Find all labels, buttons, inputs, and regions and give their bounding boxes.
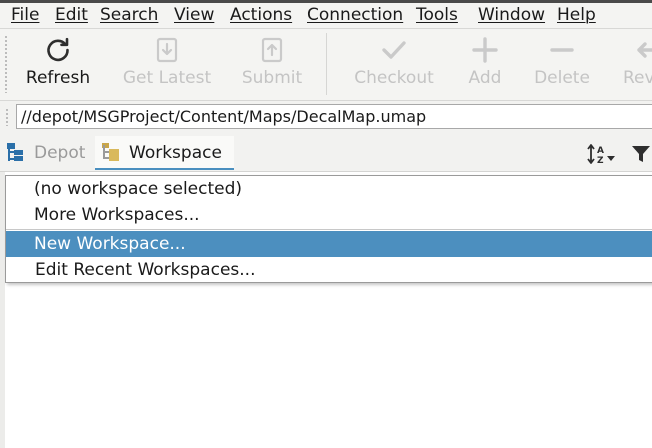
menu-search[interactable]: Search bbox=[100, 5, 158, 25]
submit-icon bbox=[261, 37, 283, 63]
checkmark-icon bbox=[382, 41, 406, 59]
dropdown-item-label: Edit Recent Workspaces... bbox=[35, 260, 256, 280]
dropdown-item-no-workspace[interactable]: (no workspace selected) bbox=[6, 176, 652, 202]
sort-az-icon[interactable]: A Z bbox=[586, 143, 616, 165]
dropdown-item-label: More Workspaces... bbox=[34, 205, 200, 225]
workspace-folder-icon bbox=[102, 143, 119, 161]
depot-tree-icon bbox=[7, 143, 23, 161]
dropdown-item-label: (no workspace selected) bbox=[34, 179, 243, 199]
depot-path-input[interactable] bbox=[16, 104, 652, 129]
checkout-label: Checkout bbox=[354, 68, 434, 88]
revert-label: Rev bbox=[623, 68, 652, 88]
tree-tabs-row: Depot Workspace A Z bbox=[0, 133, 652, 172]
tab-depot-label: Depot bbox=[34, 143, 86, 163]
get-latest-button[interactable]: Get Latest bbox=[117, 29, 217, 99]
delete-button[interactable]: Delete bbox=[512, 29, 612, 99]
checkout-button[interactable]: Checkout bbox=[344, 29, 444, 99]
delete-label: Delete bbox=[534, 68, 590, 88]
revert-arrow-icon bbox=[637, 42, 652, 58]
menu-tools[interactable]: Tools bbox=[416, 5, 458, 25]
workspace-dropdown: (no workspace selected) More Workspaces.… bbox=[5, 175, 652, 283]
dropdown-item-new-workspace[interactable]: New Workspace... bbox=[6, 231, 652, 257]
dropdown-separator bbox=[6, 229, 652, 230]
filter-funnel-icon[interactable] bbox=[630, 143, 652, 165]
toolbar-separator bbox=[326, 33, 327, 95]
revert-button[interactable]: Rev bbox=[611, 29, 652, 99]
submit-button[interactable]: Submit bbox=[222, 29, 322, 99]
menu-window[interactable]: Window bbox=[478, 5, 545, 25]
svg-text:Z: Z bbox=[597, 156, 604, 165]
menu-edit[interactable]: Edit bbox=[55, 5, 88, 25]
tab-workspace[interactable]: Workspace bbox=[95, 136, 234, 170]
get-latest-label: Get Latest bbox=[122, 68, 212, 88]
refresh-label: Refresh bbox=[25, 68, 91, 88]
menu-file[interactable]: File bbox=[11, 5, 39, 25]
path-bar-grip[interactable] bbox=[5, 108, 9, 126]
tab-depot[interactable]: Depot bbox=[0, 136, 92, 168]
refresh-icon bbox=[47, 37, 69, 62]
dropdown-item-edit-recent-workspaces[interactable]: Edit Recent Workspaces... bbox=[6, 257, 652, 283]
menu-help[interactable]: Help bbox=[557, 5, 596, 25]
refresh-button[interactable]: Refresh bbox=[8, 29, 108, 99]
menu-connection[interactable]: Connection bbox=[307, 5, 403, 25]
dropdown-item-label: New Workspace... bbox=[34, 234, 186, 254]
svg-text:A: A bbox=[597, 146, 604, 156]
minus-icon bbox=[550, 48, 574, 52]
menu-view[interactable]: View bbox=[174, 5, 214, 25]
tab-workspace-label: Workspace bbox=[129, 143, 222, 163]
main-toolbar: Refresh Get Latest Submit Checkout Add D… bbox=[0, 29, 652, 101]
plus-icon bbox=[472, 37, 498, 63]
submit-label: Submit bbox=[241, 68, 303, 88]
menu-bar: File Edit Search View Actions Connection… bbox=[0, 3, 652, 29]
path-bar bbox=[0, 101, 652, 131]
get-latest-icon bbox=[156, 37, 178, 63]
dropdown-item-more-workspaces[interactable]: More Workspaces... bbox=[6, 202, 652, 228]
menu-actions[interactable]: Actions bbox=[230, 5, 292, 25]
